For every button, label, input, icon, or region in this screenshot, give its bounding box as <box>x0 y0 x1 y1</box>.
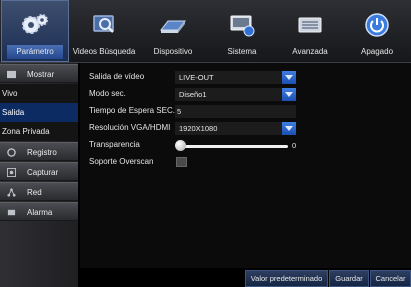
video-output-label: Salida de vídeo <box>89 72 145 81</box>
transparency-label: Transparencia <box>89 140 140 149</box>
sidebar-item-registro[interactable]: Registro <box>0 142 78 161</box>
system-monitor-icon <box>230 15 255 37</box>
output-settings-panel: Salida de vídeo LIVE-OUT Modo sec. Diseñ… <box>80 63 411 268</box>
tab-parametro[interactable]: Parámetro <box>1 0 69 62</box>
tab-apagado[interactable]: Apagado <box>343 0 411 62</box>
sidebar-item-label: Alarma <box>27 208 53 217</box>
tab-avanzada[interactable]: Avanzada <box>276 0 344 62</box>
video-search-icon <box>93 15 114 33</box>
cancel-button[interactable]: Cancelar <box>370 270 411 287</box>
transparency-row: Transparencia 0 <box>80 137 411 153</box>
sidebar-item-label: Capturar <box>27 168 59 177</box>
sequence-wait-row: Tiempo de Espera SEC. 5 <box>80 103 411 119</box>
sidebar-item-mostrar[interactable]: Mostrar <box>0 64 78 83</box>
transparency-value: 0 <box>292 141 297 150</box>
sidebar-item-alarma[interactable]: Alarma <box>0 202 78 221</box>
sequence-wait-label: Tiempo de Espera SEC. <box>89 106 175 115</box>
display-icon <box>7 70 16 79</box>
resolution-label: Resolución VGA/HDMI <box>89 123 171 132</box>
capture-icon <box>7 168 16 177</box>
sidebar-item-red[interactable]: Red <box>0 182 78 201</box>
overscan-row: Soporte Overscan <box>80 154 411 170</box>
gears-icon <box>22 14 48 34</box>
resolution-select[interactable]: 1920X1080 <box>175 122 296 135</box>
sequence-wait-input[interactable]: 5 <box>175 105 296 118</box>
tab-label: Apagado <box>360 47 394 56</box>
tab-label: Parámetro <box>7 45 63 59</box>
sidebar-item-label: Mostrar <box>27 70 55 79</box>
sidebar-item-salida[interactable]: Salida <box>0 103 78 122</box>
hard-drive-icon <box>159 20 187 33</box>
save-button[interactable]: Guardar <box>329 270 369 287</box>
overscan-label: Soporte Overscan <box>89 157 154 166</box>
advanced-settings-icon <box>298 17 322 33</box>
sidebar-item-capturar[interactable]: Capturar <box>0 162 78 181</box>
tab-label: Avanzada <box>292 47 328 56</box>
video-output-select[interactable]: LIVE-OUT <box>175 71 296 84</box>
dvr-settings-screen: Parámetro Videos Búsqueda Dispositivo Si… <box>0 0 411 287</box>
sequence-mode-label: Modo sec. <box>89 89 126 98</box>
network-icon <box>7 188 16 197</box>
sidebar-item-vivo[interactable]: Vivo <box>0 84 78 103</box>
video-output-row: Salida de vídeo LIVE-OUT <box>80 69 411 85</box>
chevron-down-icon[interactable] <box>282 71 296 84</box>
resolution-row: Resolución VGA/HDMI 1920X1080 <box>80 120 411 136</box>
tab-label: Videos Búsqueda <box>72 47 136 56</box>
tab-label: Dispositivo <box>153 47 193 56</box>
overscan-checkbox[interactable] <box>176 157 187 167</box>
tab-label: Sistema <box>227 47 257 56</box>
chevron-down-icon[interactable] <box>282 88 296 101</box>
tab-videos-busqueda[interactable]: Videos Búsqueda <box>70 0 138 62</box>
sequence-mode-row: Modo sec. Diseño1 <box>80 86 411 102</box>
sidebar-item-label: Red <box>27 188 42 197</box>
transparency-slider-handle[interactable] <box>175 140 186 151</box>
tab-dispositivo[interactable]: Dispositivo <box>139 0 207 62</box>
sidebar: Mostrar Vivo Salida Zona Privada Registr… <box>0 63 78 287</box>
sidebar-item-label: Registro <box>27 148 57 157</box>
alarm-icon <box>7 209 16 216</box>
sidebar-item-zona-privada[interactable]: Zona Privada <box>0 122 78 141</box>
top-tab-bar: Parámetro Videos Búsqueda Dispositivo Si… <box>0 0 411 63</box>
resolution-value: 1920X1080 <box>179 124 218 133</box>
transparency-slider-track[interactable] <box>178 145 288 148</box>
sequence-mode-value: Diseño1 <box>179 90 207 99</box>
default-values-button[interactable]: Valor predeterminado <box>245 270 328 287</box>
sequence-mode-select[interactable]: Diseño1 <box>175 88 296 101</box>
tab-sistema[interactable]: Sistema <box>208 0 276 62</box>
record-icon <box>7 148 16 157</box>
power-icon <box>365 13 389 37</box>
video-output-value: LIVE-OUT <box>179 73 214 82</box>
chevron-down-icon[interactable] <box>282 122 296 135</box>
